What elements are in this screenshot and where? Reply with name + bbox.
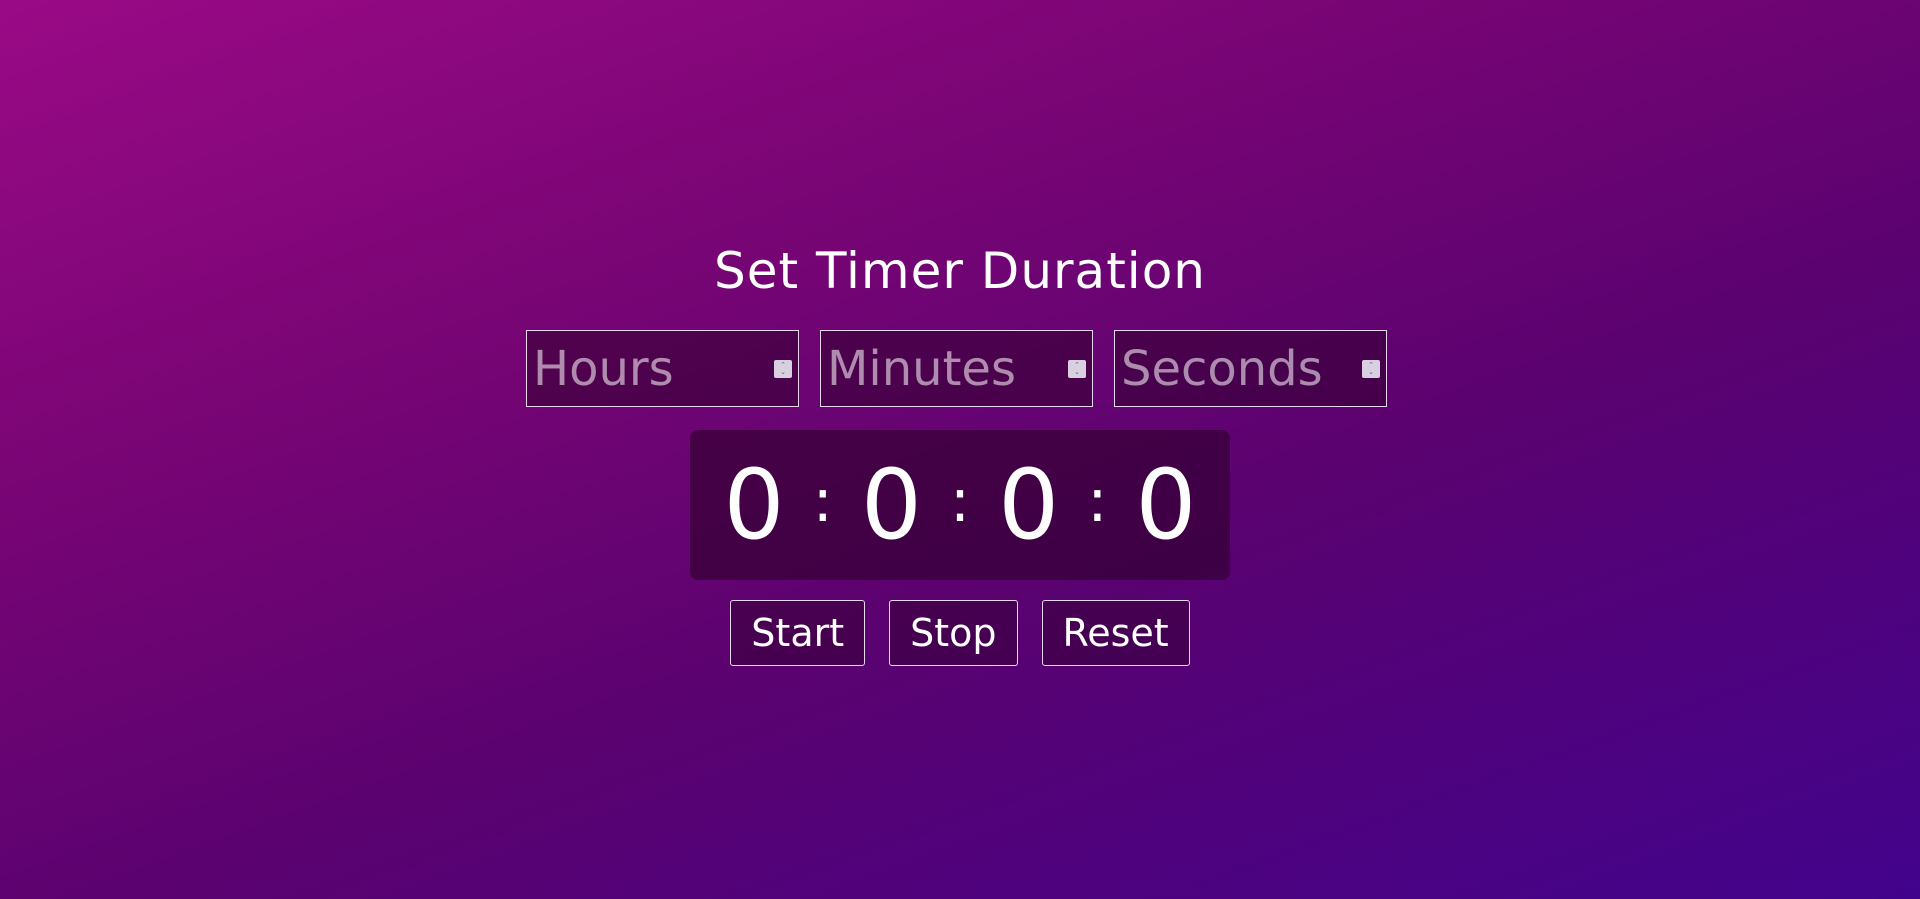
hours-input[interactable]: Hours ⌃ ⌄ xyxy=(526,330,799,407)
display-hours: 0 xyxy=(723,449,785,561)
display-separator: : xyxy=(1087,466,1108,536)
minutes-spinner-icon[interactable]: ⌃ ⌄ xyxy=(1068,360,1086,378)
timer-controls: Start Stop Reset xyxy=(0,600,1920,666)
minutes-placeholder: Minutes xyxy=(827,341,1016,397)
display-minutes: 0 xyxy=(860,449,922,561)
seconds-spinner-icon[interactable]: ⌃ ⌄ xyxy=(1362,360,1380,378)
start-button[interactable]: Start xyxy=(730,600,866,666)
page-title: Set Timer Duration xyxy=(714,242,1206,300)
timer-display: 0 : 0 : 0 : 0 xyxy=(690,430,1230,580)
reset-button[interactable]: Reset xyxy=(1041,600,1190,666)
seconds-placeholder: Seconds xyxy=(1121,341,1323,397)
hours-spinner-icon[interactable]: ⌃ ⌄ xyxy=(774,360,792,378)
display-milliseconds: 0 xyxy=(1135,449,1197,561)
display-separator: : xyxy=(812,466,833,536)
display-seconds: 0 xyxy=(998,449,1060,561)
minutes-input[interactable]: Minutes ⌃ ⌄ xyxy=(820,330,1093,407)
display-separator: : xyxy=(949,466,971,536)
duration-inputs: Hours ⌃ ⌄ Minutes ⌃ ⌄ Seconds ⌃ ⌄ xyxy=(526,330,1387,407)
seconds-input[interactable]: Seconds ⌃ ⌄ xyxy=(1114,330,1387,407)
stop-button[interactable]: Stop xyxy=(889,600,1018,666)
hours-placeholder: Hours xyxy=(533,341,674,397)
